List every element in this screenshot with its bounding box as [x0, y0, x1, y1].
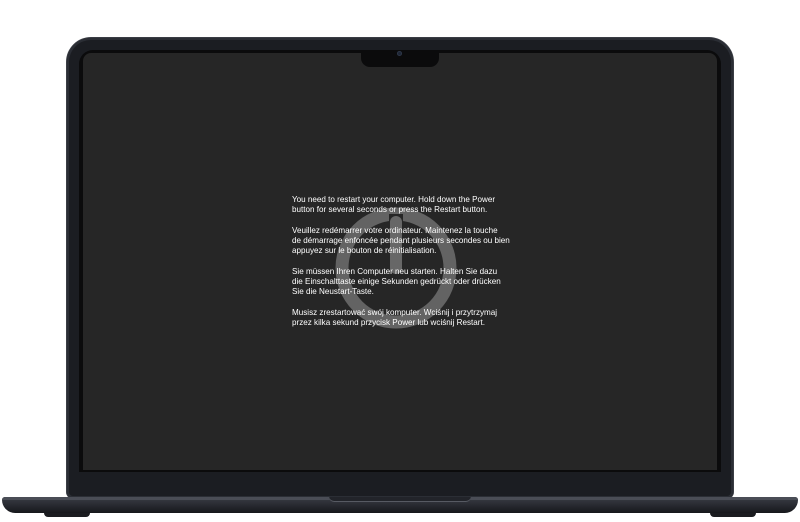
- laptop-foot-right: [710, 513, 756, 517]
- message-line: button for several seconds or press the …: [292, 205, 488, 215]
- laptop-mockup: You need to restart your computer. Hold …: [0, 0, 800, 522]
- message-line: przez kilka sekund przycisk Power lub wc…: [292, 318, 485, 327]
- message-line: Sie die Neustart-Taste.: [292, 287, 374, 297]
- message-english: You need to restart your computer. Hold …: [292, 195, 532, 215]
- message-line: You need to restart your computer. Hold …: [292, 195, 496, 204]
- message-line: Musisz zrestartować swój komputer. Wciśn…: [292, 307, 498, 317]
- message-line: Veuillez redémarrer votre ordinateur. Ma…: [292, 225, 498, 235]
- message-line: die Einschalttaste einige Sekunden gedrü…: [292, 277, 501, 286]
- message-line: de démarrage enfoncée pendant plusieurs …: [292, 236, 510, 245]
- message-french: Veuillez redémarrer votre ordinateur. Ma…: [292, 226, 532, 257]
- lid-opening-notch: [329, 497, 471, 502]
- message-polish: Musisz zrestartować swój komputer. Wciśn…: [292, 308, 532, 328]
- message-line: appuyez sur le bouton de réinitialisatio…: [292, 246, 437, 256]
- message-german: Sie müssen Ihren Computer neu starten. H…: [292, 267, 532, 298]
- camera-icon: [397, 51, 402, 56]
- laptop-foot-left: [44, 513, 90, 517]
- restart-message: You need to restart your computer. Hold …: [292, 195, 532, 339]
- message-line: Sie müssen Ihren Computer neu starten. H…: [292, 266, 498, 276]
